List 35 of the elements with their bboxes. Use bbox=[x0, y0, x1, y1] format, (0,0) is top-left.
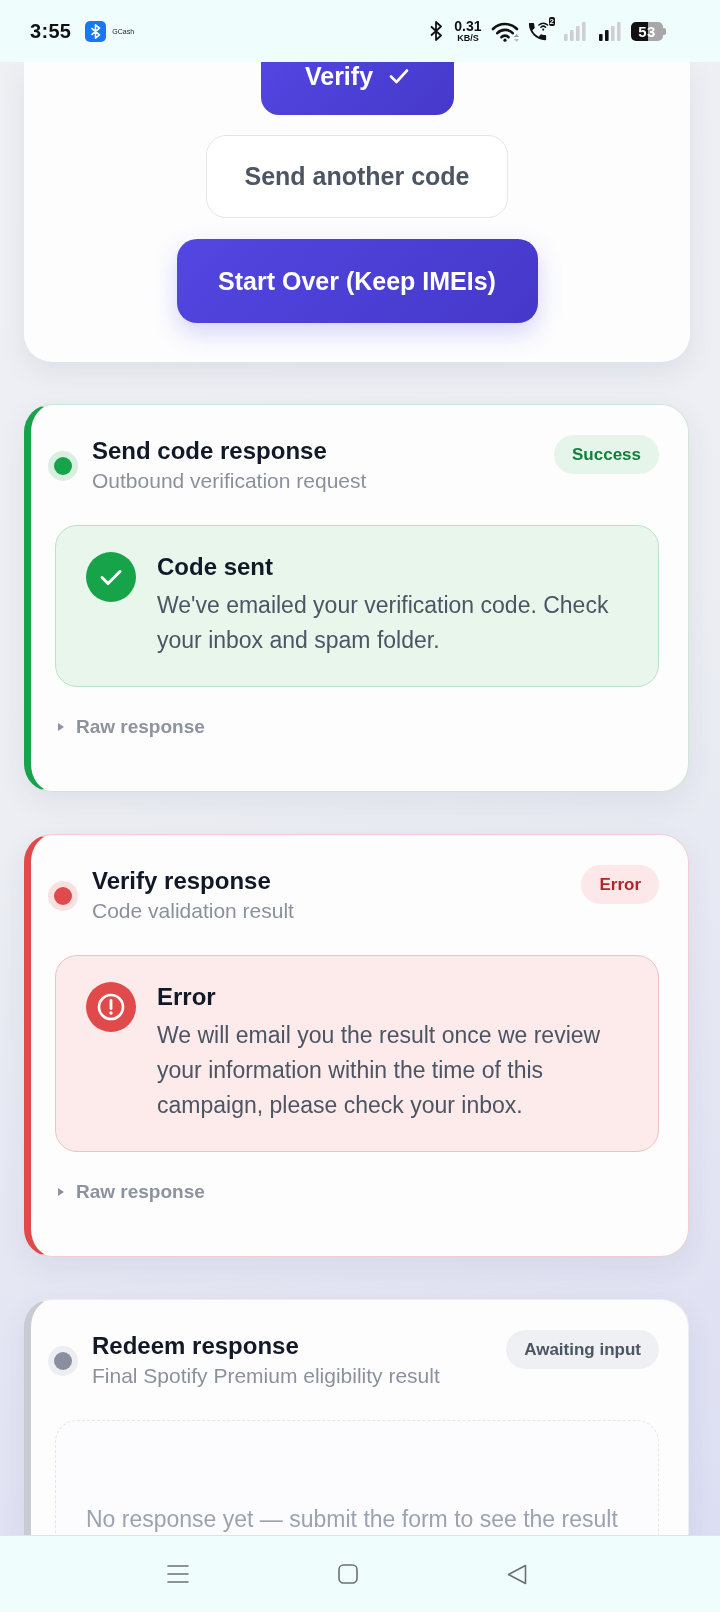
verify-button[interactable]: Verify bbox=[260, 62, 454, 115]
network-speed-value: 0.31 bbox=[454, 19, 482, 33]
sim-number: 2 bbox=[548, 17, 555, 26]
card-title: Verify response bbox=[92, 867, 272, 895]
back-icon[interactable] bbox=[507, 1563, 527, 1585]
resend-button[interactable]: Send another code bbox=[206, 135, 508, 218]
clock-time: 3:55 bbox=[30, 19, 72, 43]
card-subtitle: Outbound verification request bbox=[92, 468, 368, 494]
check-circle-icon bbox=[86, 552, 136, 602]
card-title: Redeem response bbox=[92, 1332, 300, 1360]
start-over-button[interactable]: Start Over (Keep IMEIs) bbox=[176, 239, 538, 323]
network-speed-unit: KB/S bbox=[457, 34, 479, 43]
card-title: Send code response bbox=[92, 437, 328, 465]
menu-icon[interactable] bbox=[167, 1564, 189, 1584]
status-dot-icon bbox=[48, 1345, 78, 1376]
signal-icon bbox=[564, 21, 586, 41]
status-dot-icon bbox=[48, 450, 78, 481]
bluetooth-icon bbox=[85, 20, 107, 42]
card-subtitle: Final Spotify Premium eligibility result bbox=[92, 1363, 441, 1389]
status-badge: Awaiting input bbox=[506, 1330, 659, 1369]
alert-circle-icon bbox=[86, 982, 136, 1032]
wifi-icon bbox=[490, 20, 519, 42]
result-message: We've emailed your verification code. Check your inbox and spam folder. bbox=[157, 591, 610, 655]
signal-icon bbox=[599, 21, 621, 41]
result-title: Code sent bbox=[157, 552, 274, 582]
bluetooth-icon bbox=[430, 21, 443, 41]
status-badge: Success bbox=[554, 435, 659, 474]
result-message: We will email you the result once we review your information within the time of this campaign, please check your inbox. bbox=[157, 1021, 602, 1120]
status-badge: Error bbox=[581, 865, 659, 904]
check-icon bbox=[389, 68, 410, 84]
empty-message: No response yet — submit the form to see the result bbox=[86, 1505, 619, 1533]
home-icon[interactable] bbox=[338, 1564, 358, 1584]
card-subtitle: Code validation result bbox=[92, 898, 295, 924]
status-dot-icon bbox=[48, 880, 78, 911]
result-title: Error bbox=[157, 982, 217, 1012]
